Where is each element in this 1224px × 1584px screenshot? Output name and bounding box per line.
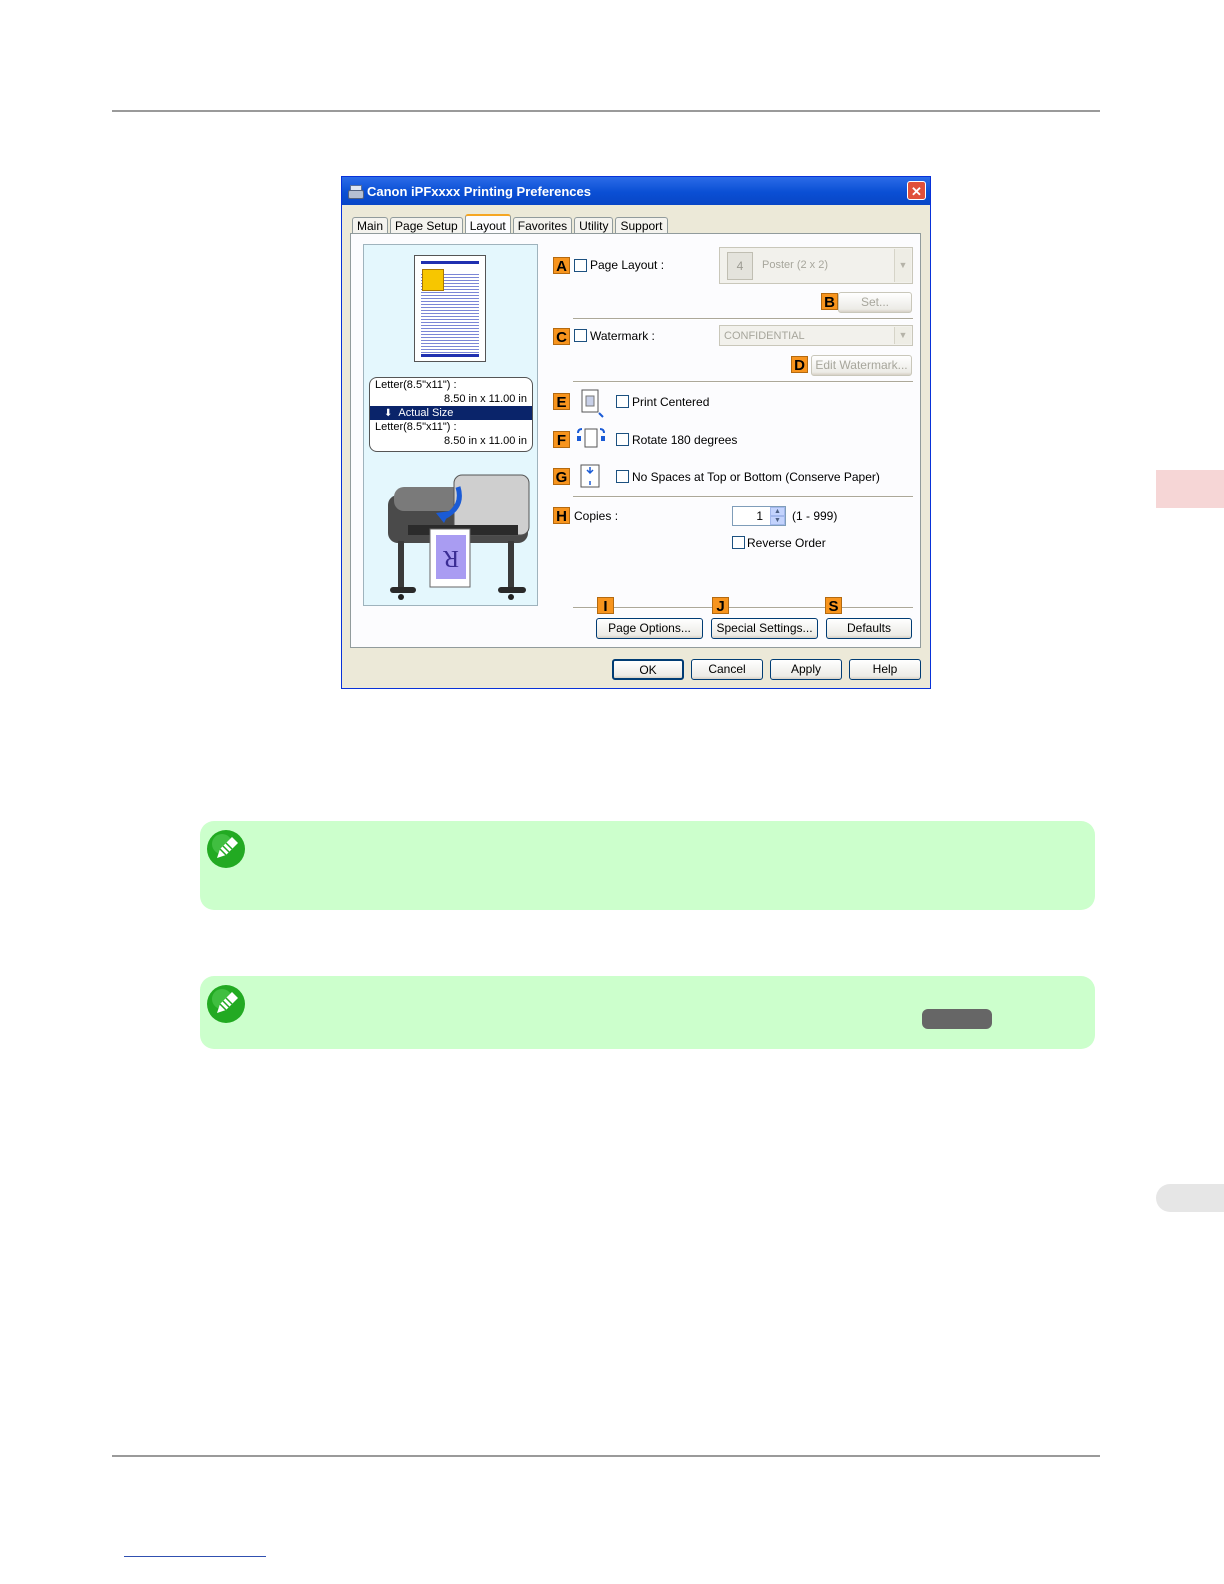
svg-text:R: R: [443, 545, 459, 571]
watermark-checkbox[interactable]: [574, 329, 587, 342]
scaling-mode-row: ⬇ Actual Size: [370, 406, 532, 420]
header-rule: [112, 110, 1100, 112]
section-side-tab: [1156, 1184, 1224, 1212]
option-e-marker: E: [553, 393, 570, 411]
preview-image-icon: [422, 269, 444, 291]
rotate-icon: [577, 428, 605, 448]
option-d-marker: D: [791, 356, 808, 374]
title-bar: Canon iPFxxxx Printing Preferences ✕: [342, 177, 930, 205]
rotate-180-label: Rotate 180 degrees: [632, 433, 738, 447]
page-layout-value: Poster (2 x 2): [762, 259, 829, 271]
scaling-mode-label: Actual Size: [398, 407, 454, 419]
page-layout-label: Page Layout :: [590, 258, 665, 272]
tab-strip: Main Page Setup Layout Favorites Utility…: [352, 213, 670, 236]
option-j-marker: J: [712, 597, 729, 615]
option-c-marker: C: [553, 328, 570, 346]
page-layout-checkbox[interactable]: [574, 259, 587, 272]
conserve-paper-icon: [580, 464, 600, 488]
copies-label: Copies :: [574, 509, 619, 523]
footer-rule: [112, 1455, 1100, 1457]
page-options-button[interactable]: Page Options...: [596, 618, 703, 639]
original-size-label: Letter(8.5"x11") :: [375, 379, 457, 391]
option-h-marker: H: [553, 507, 570, 525]
separator: [573, 318, 913, 320]
defaults-button[interactable]: Defaults: [826, 618, 912, 639]
arrow-down-icon: ⬇: [384, 408, 393, 419]
copies-stepper[interactable]: ▲ ▼: [770, 507, 785, 525]
option-b-marker: B: [821, 293, 838, 311]
reference-link-badge[interactable]: [922, 1009, 992, 1029]
reverse-order-checkbox[interactable]: [732, 536, 745, 549]
watermark-value: CONFIDENTIAL: [724, 330, 805, 342]
output-size-label: Letter(8.5"x11") :: [375, 421, 457, 433]
preview-pane: Letter(8.5"x11") : 8.50 in x 11.00 in ⬇ A…: [363, 244, 538, 606]
footer-link-underline[interactable]: [124, 1556, 266, 1557]
note-pencil-icon: [207, 985, 245, 1023]
print-centered-checkbox[interactable]: [616, 395, 629, 408]
option-g-marker: G: [553, 468, 570, 486]
note-box: [200, 821, 1095, 910]
option-a-marker: A: [553, 257, 570, 275]
set-button[interactable]: Set...: [838, 292, 912, 313]
print-centered-icon: [581, 389, 604, 418]
ok-button[interactable]: OK: [612, 659, 684, 680]
watermark-select[interactable]: CONFIDENTIAL ▼: [719, 325, 913, 346]
output-size-value: 8.50 in x 11.00 in: [444, 435, 527, 447]
cancel-button[interactable]: Cancel: [691, 659, 763, 680]
edit-watermark-button[interactable]: Edit Watermark...: [811, 355, 912, 376]
page-layout-select[interactable]: 4 Poster (2 x 2) ▼: [719, 247, 913, 284]
watermark-label: Watermark :: [590, 329, 655, 343]
close-button[interactable]: ✕: [907, 181, 926, 200]
separator: [573, 381, 913, 383]
reverse-order-label: Reverse Order: [747, 536, 826, 550]
option-s-marker: S: [825, 597, 842, 615]
separator: [573, 496, 913, 498]
rotate-180-checkbox[interactable]: [616, 433, 629, 446]
paper-size-summary: Letter(8.5"x11") : 8.50 in x 11.00 in ⬇ A…: [369, 377, 533, 452]
dialog-title: Canon iPFxxxx Printing Preferences: [367, 183, 591, 199]
preview-header-bar: [421, 261, 479, 264]
special-settings-button[interactable]: Special Settings...: [711, 618, 818, 639]
original-size-value: 8.50 in x 11.00 in: [444, 393, 527, 405]
printer-icon: [348, 184, 364, 199]
apply-button[interactable]: Apply: [770, 659, 842, 680]
poster-layout-icon: 4: [727, 252, 753, 280]
print-centered-label: Print Centered: [632, 395, 710, 409]
stepper-down-icon[interactable]: ▼: [770, 516, 785, 525]
page-preview: [414, 255, 486, 362]
note-pencil-icon: [207, 830, 245, 868]
no-spaces-checkbox[interactable]: [616, 470, 629, 483]
no-spaces-label: No Spaces at Top or Bottom (Conserve Pap…: [632, 470, 880, 484]
preview-footer-bar: [421, 354, 479, 357]
layout-tab-panel: Letter(8.5"x11") : 8.50 in x 11.00 in ⬇ A…: [350, 233, 921, 648]
separator: [573, 607, 913, 609]
stepper-up-icon[interactable]: ▲: [770, 507, 785, 516]
chevron-down-icon: ▼: [894, 327, 911, 344]
option-f-marker: F: [553, 431, 570, 449]
help-button[interactable]: Help: [849, 659, 921, 680]
printer-illustration-icon: R: [388, 474, 530, 600]
copies-range: (1 - 999): [792, 509, 838, 523]
chapter-side-tab: [1156, 470, 1224, 508]
option-i-marker: I: [597, 597, 614, 615]
chevron-down-icon: ▼: [894, 249, 911, 282]
printing-preferences-dialog: Canon iPFxxxx Printing Preferences ✕ Mai…: [341, 176, 931, 689]
